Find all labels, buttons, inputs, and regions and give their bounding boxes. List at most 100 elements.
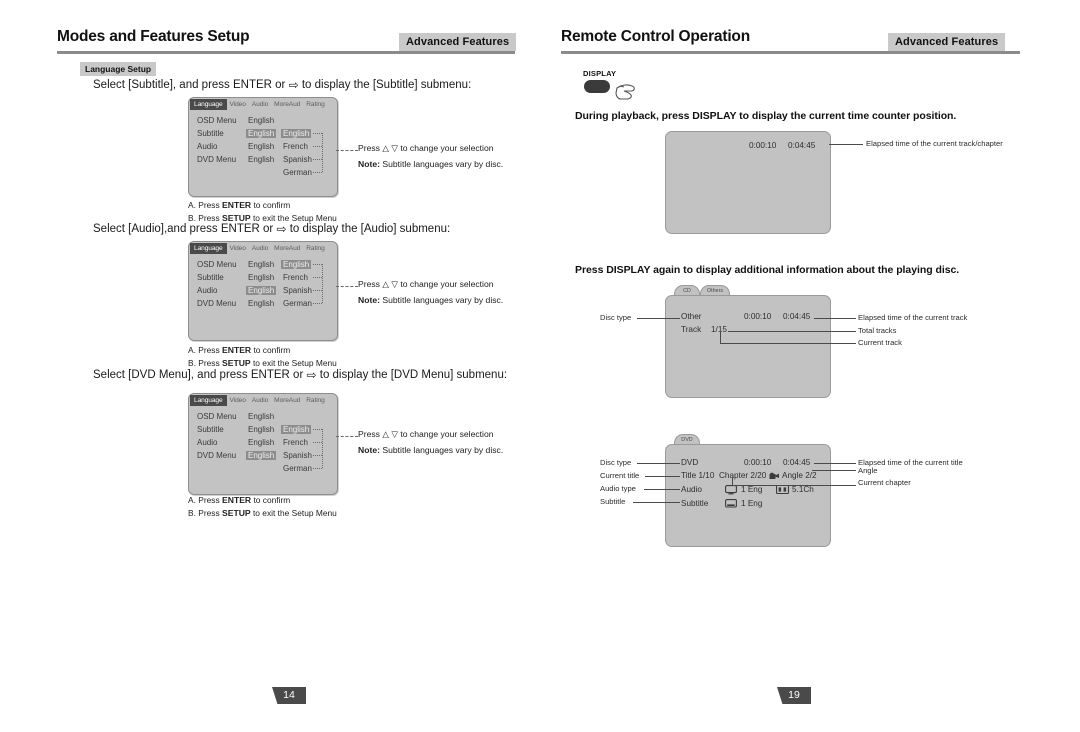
osd-tab-bar: Language Video Audio MoreAud Rating xyxy=(189,394,337,407)
osd-row-label-dvdmenu: DVD Menu xyxy=(197,155,237,164)
callout-line-screen1 xyxy=(829,144,863,145)
osd-row-label-dvdmenu: DVD Menu xyxy=(197,299,237,308)
osd-option-german[interactable]: German xyxy=(281,464,314,473)
callout-line-elapsed-track xyxy=(814,318,856,319)
osd-row-value-subtitle: English xyxy=(248,273,275,282)
left-page: Modes and Features Setup Advanced Featur… xyxy=(0,0,540,732)
osd-row-label-dvdmenu: DVD Menu xyxy=(197,451,237,460)
section-tag-language-setup: Language Setup xyxy=(80,62,157,76)
callout-line-elapsed-title xyxy=(814,463,856,464)
note-label: Note: xyxy=(358,159,380,169)
osd-option-english[interactable]: English xyxy=(281,129,312,138)
osd-tab-audio[interactable]: Audio xyxy=(249,243,271,254)
osd-tab-language[interactable]: Language xyxy=(190,99,227,110)
screen3-title-text: Title 1/10 xyxy=(681,471,715,480)
osd-tab-video[interactable]: Video xyxy=(227,395,249,406)
osd-option-spanish[interactable]: Spanish xyxy=(281,451,314,460)
osd-option-spanish[interactable]: Spanish xyxy=(281,286,314,295)
note-leader-3 xyxy=(336,436,358,437)
osd-option-french[interactable]: French xyxy=(281,273,310,282)
screen2-track-value: 1/15 xyxy=(711,325,727,334)
step-post: to confirm xyxy=(253,200,291,210)
osd-row-value-audio: English xyxy=(248,142,275,151)
step-letter: B. xyxy=(188,508,196,518)
osd-option-bracket xyxy=(322,133,323,172)
right-arrow-icon: ⇨ xyxy=(306,368,317,382)
osd-tab-video[interactable]: Video xyxy=(227,243,249,254)
note-line-2: Note: Subtitle languages vary by disc. xyxy=(358,159,503,169)
note-line1-after: to change your selection xyxy=(400,143,494,153)
callout-screen3-current-chapter: Current chapter xyxy=(858,478,911,487)
osd-tab-language[interactable]: Language xyxy=(190,395,227,406)
osd-option-english[interactable]: English xyxy=(281,425,312,434)
osd-option-french[interactable]: French xyxy=(281,438,310,447)
callout-line-disc-type-dvd xyxy=(637,463,680,464)
osd-option-german[interactable]: German xyxy=(281,299,314,308)
step-2-text: Select [Audio],and press ENTER or xyxy=(93,223,274,235)
callout-screen2-disc-type: Disc type xyxy=(600,313,632,322)
screen3-disc-type-value: DVD xyxy=(681,458,699,467)
callout-line-audio-type xyxy=(644,489,680,490)
osd-tab-moreaud[interactable]: MoreAud xyxy=(271,395,303,406)
screen3-subtitle-label: Subtitle xyxy=(681,499,709,508)
osd-row-value-subtitle[interactable]: English xyxy=(246,129,277,138)
step-pre: Press xyxy=(198,345,220,355)
header-rule-right xyxy=(561,51,1020,54)
osd-tab-moreaud[interactable]: MoreAud xyxy=(271,243,303,254)
display-button[interactable] xyxy=(584,80,610,93)
confirm-step-b-2: B. Press SETUP to exit the Setup Menu xyxy=(188,358,337,368)
osd-option-leader xyxy=(313,146,322,147)
osd-tab-rating[interactable]: Rating xyxy=(303,395,327,406)
osd-option-bracket xyxy=(322,264,323,303)
osd-option-leader xyxy=(313,468,322,469)
step-1-text: Select [Subtitle], and press ENTER or xyxy=(93,79,286,91)
osd-row-value-dvdmenu: English xyxy=(248,155,275,164)
osd-option-leader xyxy=(313,442,322,443)
osd-row-value-dvdmenu[interactable]: English xyxy=(246,451,277,460)
right-page: Remote Control Operation Advanced Featur… xyxy=(540,0,1080,732)
osd-option-german[interactable]: German xyxy=(281,168,314,177)
screen3-audio-label: Audio xyxy=(681,485,702,494)
osd-row-label-osdmenu: OSD Menu xyxy=(197,260,237,269)
osd-row-value-audio: English xyxy=(248,438,275,447)
osd-tab-audio[interactable]: Audio xyxy=(249,99,271,110)
osd-row-value-subtitle: English xyxy=(248,425,275,434)
surround-51ch-icon xyxy=(776,485,789,494)
osd-tab-video[interactable]: Video xyxy=(227,99,249,110)
osd-option-leader xyxy=(313,159,322,160)
osd-tab-audio[interactable]: Audio xyxy=(249,395,271,406)
osd-tab-moreaud[interactable]: MoreAud xyxy=(271,99,303,110)
osd-tab-rating[interactable]: Rating xyxy=(303,99,327,110)
note-press-label: Press xyxy=(358,279,380,289)
osd-option-leader xyxy=(313,303,322,304)
osd-tab-bar: Language Video Audio MoreAud Rating xyxy=(189,242,337,255)
osd-option-leader xyxy=(313,133,322,134)
callout-line-disc-type xyxy=(637,318,680,319)
step-letter: A. xyxy=(188,495,196,505)
screen3-elapsed-time: 0:00:10 xyxy=(744,458,772,467)
osd-option-spanish[interactable]: Spanish xyxy=(281,155,314,164)
note-label: Note: xyxy=(358,445,380,455)
page-number-left: 14 xyxy=(272,687,306,704)
osd-menu-subtitle: Language Video Audio MoreAud Rating OSD … xyxy=(188,97,338,197)
osd-option-leader xyxy=(313,290,322,291)
osd-tab-language[interactable]: Language xyxy=(190,243,227,254)
tv-screen-dvd-info: DVD 0:00:10 0:04:45 Title 1/10 Chapter 2… xyxy=(665,444,831,547)
screen3-subtitle-value: 1 Eng xyxy=(741,499,763,508)
camera-angle-icon xyxy=(769,472,779,479)
step-key: ENTER xyxy=(222,345,252,355)
osd-tab-rating[interactable]: Rating xyxy=(303,243,327,254)
callout-line-angle xyxy=(812,470,856,471)
step-3-text-after: to display the [DVD Menu] submenu: xyxy=(319,369,508,381)
step-1-text-after: to display the [Subtitle] submenu: xyxy=(301,79,472,91)
step-line-3: Select [DVD Menu], and press ENTER or ⇨ … xyxy=(93,368,507,382)
osd-option-english[interactable]: English xyxy=(281,260,312,269)
osd-option-french[interactable]: French xyxy=(281,142,310,151)
osd-body: OSD Menu English Subtitle English Audio … xyxy=(189,255,337,340)
osd-row-value-osdmenu: English xyxy=(248,412,275,421)
callout-vline-current-chapter xyxy=(732,477,733,485)
osd-row-value-audio[interactable]: English xyxy=(246,286,277,295)
callout-vline-current-track xyxy=(720,331,721,343)
callout-screen3-subtitle: Subtitle xyxy=(600,497,626,506)
confirm-step-b-3: B. Press SETUP to exit the Setup Menu xyxy=(188,508,337,518)
